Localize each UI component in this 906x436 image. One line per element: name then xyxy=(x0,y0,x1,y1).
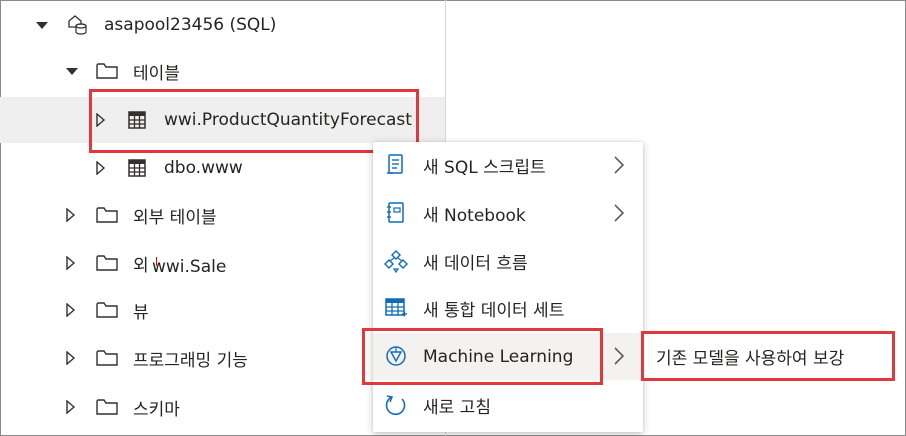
menu-item-label: 새 Notebook xyxy=(423,206,526,226)
chevron-right-icon xyxy=(613,155,625,175)
tree-item-label: dbo.www xyxy=(164,158,243,178)
folder-icon xyxy=(96,398,118,416)
caret-right-icon[interactable] xyxy=(96,113,106,127)
tree-item-label: 뷰 xyxy=(133,302,149,323)
folder-icon xyxy=(96,349,118,367)
database-icon xyxy=(66,13,88,35)
menu-item-label: 새 SQL 스크립트 xyxy=(423,158,546,178)
tree-item-label: 테이블 xyxy=(133,63,180,84)
caret-right-icon[interactable] xyxy=(66,208,76,222)
tree-item-label: 외부 테이블 xyxy=(133,207,217,228)
submenu-enrich-existing-model[interactable]: 기존 모델을 사용하여 보강 xyxy=(641,331,895,381)
tree-item-label: asapool23456 (SQL) xyxy=(104,15,277,35)
caret-down-icon[interactable] xyxy=(36,22,48,29)
caret-right-icon[interactable] xyxy=(66,303,76,317)
menu-item-new-dataflow[interactable]: 새 데이터 흐름 xyxy=(373,238,643,285)
tree-item-label: 프로그래밍 기능 xyxy=(133,350,248,371)
tree-item-sql-pool[interactable]: asapool23456 (SQL) xyxy=(0,2,445,48)
tree-item-table-forecast[interactable]: wwi.ProductQuantityForecast xyxy=(0,97,445,143)
submenu-item-label: 기존 모델을 사용하여 보강 xyxy=(656,348,845,369)
menu-item-new-integration-dataset[interactable]: 새 통합 데이터 세트 xyxy=(373,285,643,332)
menu-item-label: Machine Learning xyxy=(423,346,574,367)
caret-right-icon[interactable] xyxy=(66,256,76,270)
folder-icon xyxy=(96,301,118,319)
tree-item-label: wwi.ProductQuantityForecast xyxy=(164,110,412,130)
dataset-icon xyxy=(384,296,408,320)
menu-item-label: 새로 고침 xyxy=(423,398,491,418)
caret-down-icon[interactable] xyxy=(66,68,78,75)
folder-icon xyxy=(96,62,118,80)
menu-item-new-sql-script[interactable]: 새 SQL 스크립트 xyxy=(373,142,643,189)
tree-item-tables-folder[interactable]: 테이블 xyxy=(0,48,445,94)
tree-item-label: 스키마 xyxy=(133,399,180,420)
caret-right-icon[interactable] xyxy=(66,351,76,365)
notebook-icon xyxy=(384,201,408,225)
menu-item-label: 새 통합 데이터 세트 xyxy=(423,301,565,321)
table-icon xyxy=(128,159,146,177)
machine-learning-icon xyxy=(384,344,408,368)
folder-icon xyxy=(96,206,118,224)
refresh-icon xyxy=(384,393,408,417)
chevron-right-icon xyxy=(613,346,625,366)
menu-item-refresh[interactable]: 새로 고침 xyxy=(373,382,643,429)
menu-item-machine-learning[interactable]: Machine Learning xyxy=(373,333,643,380)
dataflow-icon xyxy=(384,249,408,274)
cursor-mark xyxy=(156,257,157,266)
sql-script-icon xyxy=(384,153,408,177)
context-menu: 새 SQL 스크립트 새 Notebook 새 데이터 흐름 새 통합 데이터 … xyxy=(373,142,643,432)
caret-right-icon[interactable] xyxy=(96,161,106,175)
table-icon xyxy=(128,111,146,129)
chevron-right-icon xyxy=(613,203,625,223)
folder-icon xyxy=(96,254,118,272)
tree-item-label: 외 xyxy=(133,255,149,276)
menu-item-new-notebook[interactable]: 새 Notebook xyxy=(373,190,643,237)
menu-item-label: 새 데이터 흐름 xyxy=(423,254,528,274)
drag-tooltip: wwi.Sale xyxy=(150,257,229,277)
caret-right-icon[interactable] xyxy=(66,400,76,414)
